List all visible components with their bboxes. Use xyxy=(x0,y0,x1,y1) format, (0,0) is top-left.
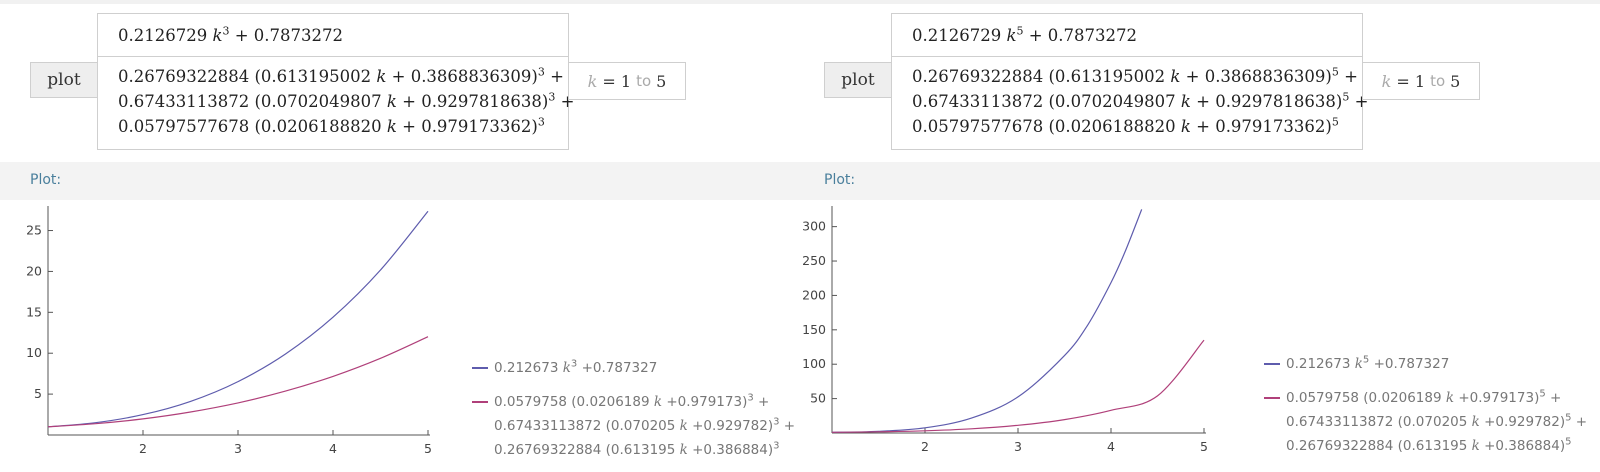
legend-item-series-1: 0.212673 k5 +0.787327 xyxy=(1264,352,1587,376)
range-from: 1 xyxy=(1414,71,1426,91)
expr-line: 0.26769322884 (0.613195002 k + 0.3868836… xyxy=(912,65,1358,87)
range-from: 1 xyxy=(620,71,632,91)
range-to-word: to xyxy=(636,72,652,90)
expr-text: + 0.7873272 xyxy=(1023,26,1138,45)
expr-text: 0.2126729 xyxy=(912,26,1007,45)
y-tick-label: 15 xyxy=(26,304,42,319)
legend-swatch xyxy=(472,367,488,369)
range-equals: = xyxy=(1396,71,1410,91)
x-tick-label: 5 xyxy=(1200,439,1208,454)
plot-header-label: Plot: xyxy=(30,172,62,188)
x-tick-label: 5 xyxy=(424,441,432,456)
expr-variable: k xyxy=(1006,26,1017,45)
expr-line: 0.05797577678 (0.0206188820 k + 0.979173… xyxy=(118,115,545,137)
line-chart-left: 2 3 4 5 5 10 15 20 25 xyxy=(26,206,432,456)
legend-item-series-2: 0.0579758 (0.0206189 k +0.979173)3 + 0.6… xyxy=(472,390,795,462)
range-input[interactable]: k = 1 to 5 xyxy=(568,62,686,100)
expression-input-2[interactable]: 0.26769322884 (0.613195002 k + 0.3868836… xyxy=(97,56,575,150)
plot-button[interactable]: plot xyxy=(30,62,98,98)
range-variable: k xyxy=(1381,71,1392,91)
result-panel-left: 0.2126729 k3 + 0.7873272 plot 0.26769322… xyxy=(0,0,795,472)
legend-swatch xyxy=(1264,363,1280,365)
x-tick-label: 4 xyxy=(329,441,337,456)
x-tick-label: 2 xyxy=(921,439,929,454)
expr-line: 0.05797577678 (0.0206188820 k + 0.979173… xyxy=(912,115,1339,137)
x-tick-label: 4 xyxy=(1107,439,1115,454)
x-tick-label: 3 xyxy=(1014,439,1022,454)
expr-line: 0.67433113872 (0.0702049807 k + 0.929781… xyxy=(912,90,1369,112)
y-tick-label: 200 xyxy=(802,287,826,302)
series-line-1 xyxy=(831,209,1143,433)
y-tick-label: 150 xyxy=(802,322,826,337)
range-equals: = xyxy=(602,71,616,91)
expression-input-1[interactable]: 0.2126729 k5 + 0.7873272 xyxy=(891,13,1363,57)
range-to: 5 xyxy=(1450,71,1461,91)
legend-swatch xyxy=(472,401,488,403)
expr-variable: k xyxy=(212,26,223,45)
y-tick-label: 250 xyxy=(802,253,826,268)
y-tick-label: 50 xyxy=(810,391,826,406)
legend-item-series-1: 0.212673 k3 +0.787327 xyxy=(472,356,795,380)
expr-text: 0.2126729 xyxy=(118,26,213,45)
plot-header-label: Plot: xyxy=(824,172,856,188)
x-tick-label: 2 xyxy=(139,441,147,456)
expr-text: + 0.7873272 xyxy=(229,26,344,45)
y-tick-label: 300 xyxy=(802,219,826,234)
range-variable: k xyxy=(587,71,598,91)
plot-pod-header: Plot: xyxy=(0,162,792,200)
range-to: 5 xyxy=(656,71,667,91)
legend-swatch xyxy=(1264,397,1280,399)
expression-input-1[interactable]: 0.2126729 k3 + 0.7873272 xyxy=(97,13,569,57)
chart-legend-right: 0.212673 k5 +0.787327 0.0579758 (0.02061… xyxy=(1264,352,1587,458)
y-tick-label: 20 xyxy=(26,263,42,278)
legend-item-series-2: 0.0579758 (0.0206189 k +0.979173)5 + 0.6… xyxy=(1264,386,1587,458)
series-line-1 xyxy=(47,210,429,428)
expression-input-2[interactable]: 0.26769322884 (0.613195002 k + 0.3868836… xyxy=(891,56,1369,150)
y-tick-label: 5 xyxy=(34,386,42,401)
expr-line: 0.67433113872 (0.0702049807 k + 0.929781… xyxy=(118,90,575,112)
x-tick-label: 3 xyxy=(234,441,242,456)
line-chart-right: 2 3 4 5 50 100 150 200 250 300 xyxy=(802,206,1208,454)
y-tick-label: 100 xyxy=(802,356,826,371)
plot-pod-header: Plot: xyxy=(792,162,1600,200)
result-panel-right: 0.2126729 k5 + 0.7873272 plot 0.26769322… xyxy=(792,0,1600,472)
chart-legend-left: 0.212673 k3 +0.787327 0.0579758 (0.02061… xyxy=(472,356,795,462)
range-input[interactable]: k = 1 to 5 xyxy=(1362,62,1480,100)
y-tick-label: 25 xyxy=(26,223,42,238)
range-to-word: to xyxy=(1430,72,1446,90)
plot-button[interactable]: plot xyxy=(824,62,892,98)
expr-line: 0.26769322884 (0.613195002 k + 0.3868836… xyxy=(118,65,564,87)
y-tick-label: 10 xyxy=(26,345,42,360)
series-line-2 xyxy=(831,339,1205,433)
